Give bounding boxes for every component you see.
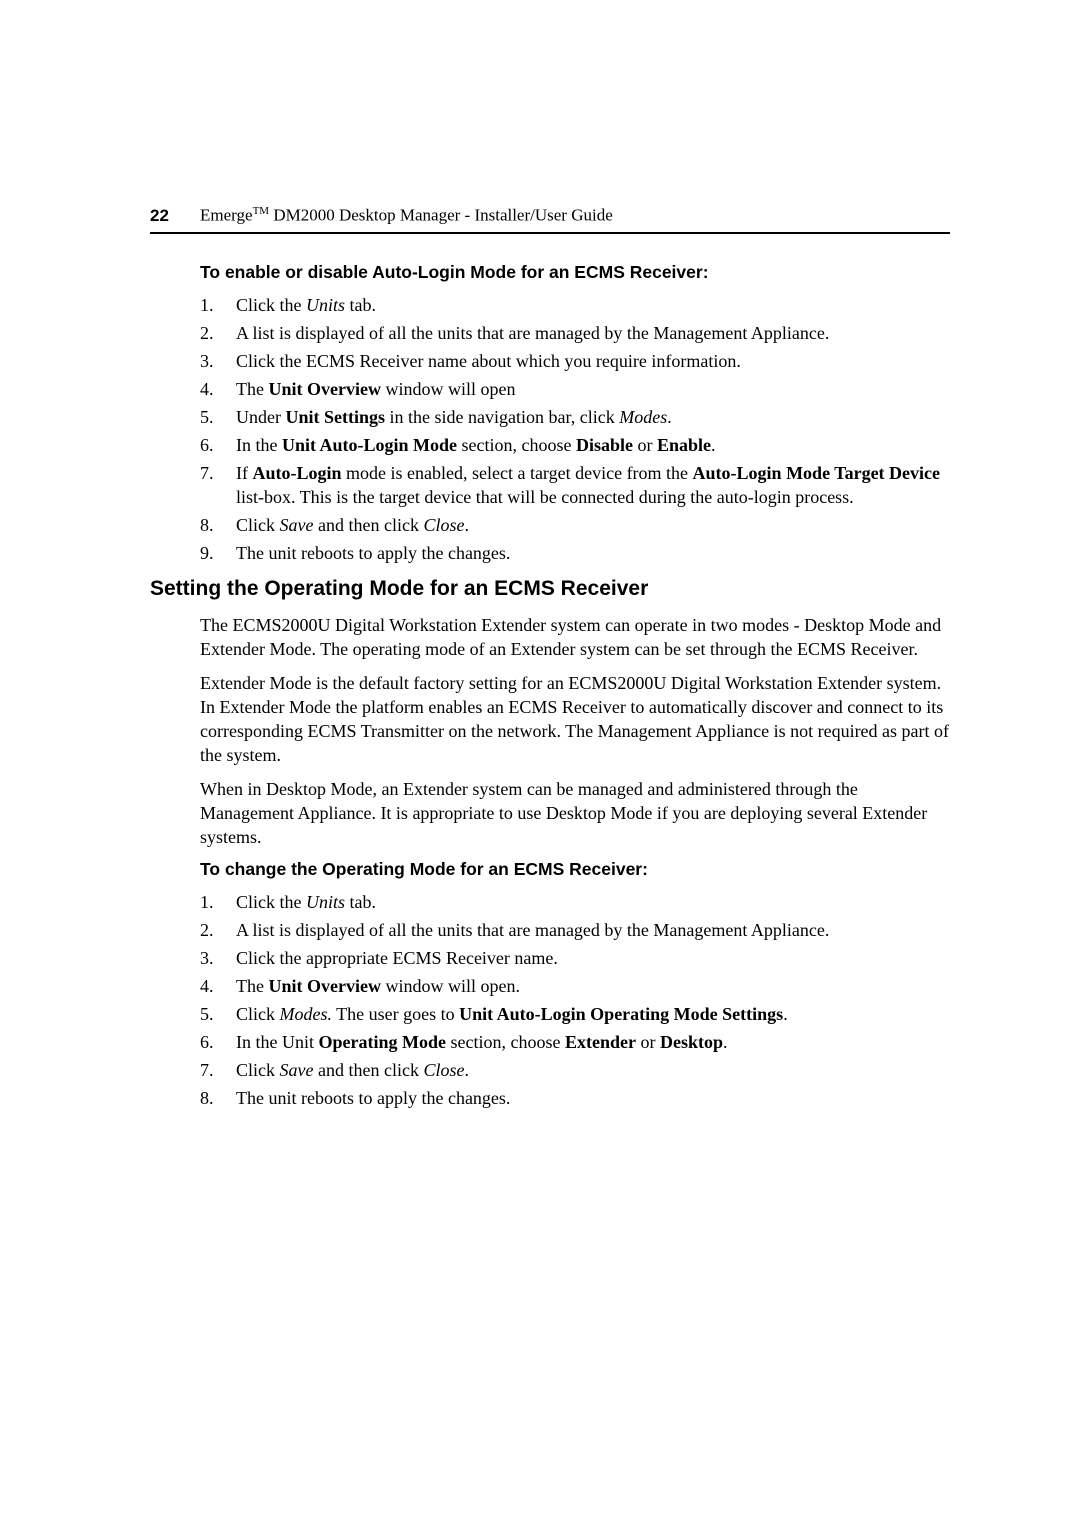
step-text: . — [464, 515, 469, 535]
step-item: The unit reboots to apply the changes. — [200, 1086, 950, 1110]
step-text: and then click — [313, 515, 423, 535]
step-item: The Unit Overview window will open. — [200, 974, 950, 998]
step-text: window will open. — [381, 976, 520, 996]
step-item: Click Save and then click Close. — [200, 1058, 950, 1082]
step-italic: Units — [306, 295, 345, 315]
header-rule — [150, 232, 950, 234]
step-text: or — [636, 1032, 660, 1052]
step-bold: Unit Auto-Login Mode — [282, 435, 457, 455]
step-item: Under Unit Settings in the side navigati… — [200, 405, 950, 429]
step-bold: Desktop — [660, 1032, 723, 1052]
step-bold: Unit Overview — [268, 379, 380, 399]
step-item: The unit reboots to apply the changes. — [200, 541, 950, 565]
step-item: Click the appropriate ECMS Receiver name… — [200, 946, 950, 970]
page-header: 22 EmergeTM DM2000 Desktop Manager - Ins… — [150, 205, 950, 226]
step-text: Click — [236, 515, 280, 535]
step-bold: Enable — [657, 435, 711, 455]
step-italic: Save — [280, 1060, 314, 1080]
document-page: 22 EmergeTM DM2000 Desktop Manager - Ins… — [0, 0, 1080, 1110]
header-title-suffix: DM2000 Desktop Manager - Installer/User … — [269, 206, 613, 225]
step-text: If — [236, 463, 253, 483]
step-text: in the side navigation bar, click — [385, 407, 619, 427]
step-bold: Auto-Login — [253, 463, 342, 483]
step-bold: Unit Settings — [285, 407, 385, 427]
step-text: list-box. This is the target device that… — [236, 487, 854, 507]
step-text: . — [464, 1060, 469, 1080]
section2-steps: Click the Units tab. A list is displayed… — [200, 890, 950, 1110]
step-text: tab. — [345, 892, 376, 912]
step-text: Click the — [236, 295, 306, 315]
step-text: . — [711, 435, 716, 455]
step-bold: Operating Mode — [319, 1032, 447, 1052]
step-text: and then click — [313, 1060, 423, 1080]
step-text: or — [633, 435, 657, 455]
step-italic: Close — [423, 1060, 464, 1080]
step-text: . — [783, 1004, 788, 1024]
step-text: Click the ECMS Receiver name about which… — [236, 351, 741, 371]
step-text: Click the appropriate ECMS Receiver name… — [236, 948, 558, 968]
step-bold: Extender — [565, 1032, 636, 1052]
step-item: If Auto-Login mode is enabled, select a … — [200, 461, 950, 509]
step-italic: Modes — [619, 407, 667, 427]
section2-heading: To change the Operating Mode for an ECMS… — [200, 859, 950, 880]
step-item: A list is displayed of all the units tha… — [200, 918, 950, 942]
step-text: A list is displayed of all the units tha… — [236, 920, 829, 940]
step-text: Under — [236, 407, 285, 427]
step-bold: Unit Auto-Login Operating Mode Settings — [459, 1004, 783, 1024]
step-item: Click the Units tab. — [200, 890, 950, 914]
step-text: The — [236, 976, 268, 996]
step-bold: Disable — [576, 435, 633, 455]
header-title: EmergeTM DM2000 Desktop Manager - Instal… — [200, 205, 613, 226]
step-text: The user goes to — [332, 1004, 459, 1024]
step-item: Click the ECMS Receiver name about which… — [200, 349, 950, 373]
paragraph: The ECMS2000U Digital Workstation Extend… — [200, 613, 950, 661]
header-title-prefix: Emerge — [200, 206, 253, 225]
step-item: Click Modes. The user goes to Unit Auto-… — [200, 1002, 950, 1026]
step-italic: Units — [306, 892, 345, 912]
section-heading-h2: Setting the Operating Mode for an ECMS R… — [150, 577, 950, 601]
step-text: In the Unit — [236, 1032, 319, 1052]
step-italic: Modes. — [280, 1004, 333, 1024]
step-bold: Auto-Login Mode Target Device — [693, 463, 940, 483]
step-text: Click — [236, 1060, 280, 1080]
trademark-symbol: TM — [253, 205, 270, 217]
step-item: In the Unit Auto-Login Mode section, cho… — [200, 433, 950, 457]
step-text: A list is displayed of all the units tha… — [236, 323, 829, 343]
step-text: Click — [236, 1004, 280, 1024]
step-text: In the — [236, 435, 282, 455]
step-text: The unit reboots to apply the changes. — [236, 543, 510, 563]
paragraph: Extender Mode is the default factory set… — [200, 671, 950, 767]
step-text: . — [723, 1032, 728, 1052]
step-italic: Close — [423, 515, 464, 535]
step-item: Click the Units tab. — [200, 293, 950, 317]
step-text: The — [236, 379, 268, 399]
step-item: A list is displayed of all the units tha… — [200, 321, 950, 345]
step-text: window will open — [381, 379, 516, 399]
step-bold: Unit Overview — [268, 976, 380, 996]
step-item: Click Save and then click Close. — [200, 513, 950, 537]
step-item: The Unit Overview window will open — [200, 377, 950, 401]
step-text: mode is enabled, select a target device … — [342, 463, 693, 483]
step-text: section, choose — [446, 1032, 565, 1052]
step-text: . — [667, 407, 672, 427]
section1-heading: To enable or disable Auto-Login Mode for… — [200, 262, 950, 283]
step-text: Click the — [236, 892, 306, 912]
step-item: In the Unit Operating Mode section, choo… — [200, 1030, 950, 1054]
step-text: The unit reboots to apply the changes. — [236, 1088, 510, 1108]
step-italic: Save — [280, 515, 314, 535]
step-text: section, choose — [457, 435, 576, 455]
section1-steps: Click the Units tab. A list is displayed… — [200, 293, 950, 565]
paragraph: When in Desktop Mode, an Extender system… — [200, 777, 950, 849]
page-number: 22 — [150, 206, 200, 226]
step-text: tab. — [345, 295, 376, 315]
